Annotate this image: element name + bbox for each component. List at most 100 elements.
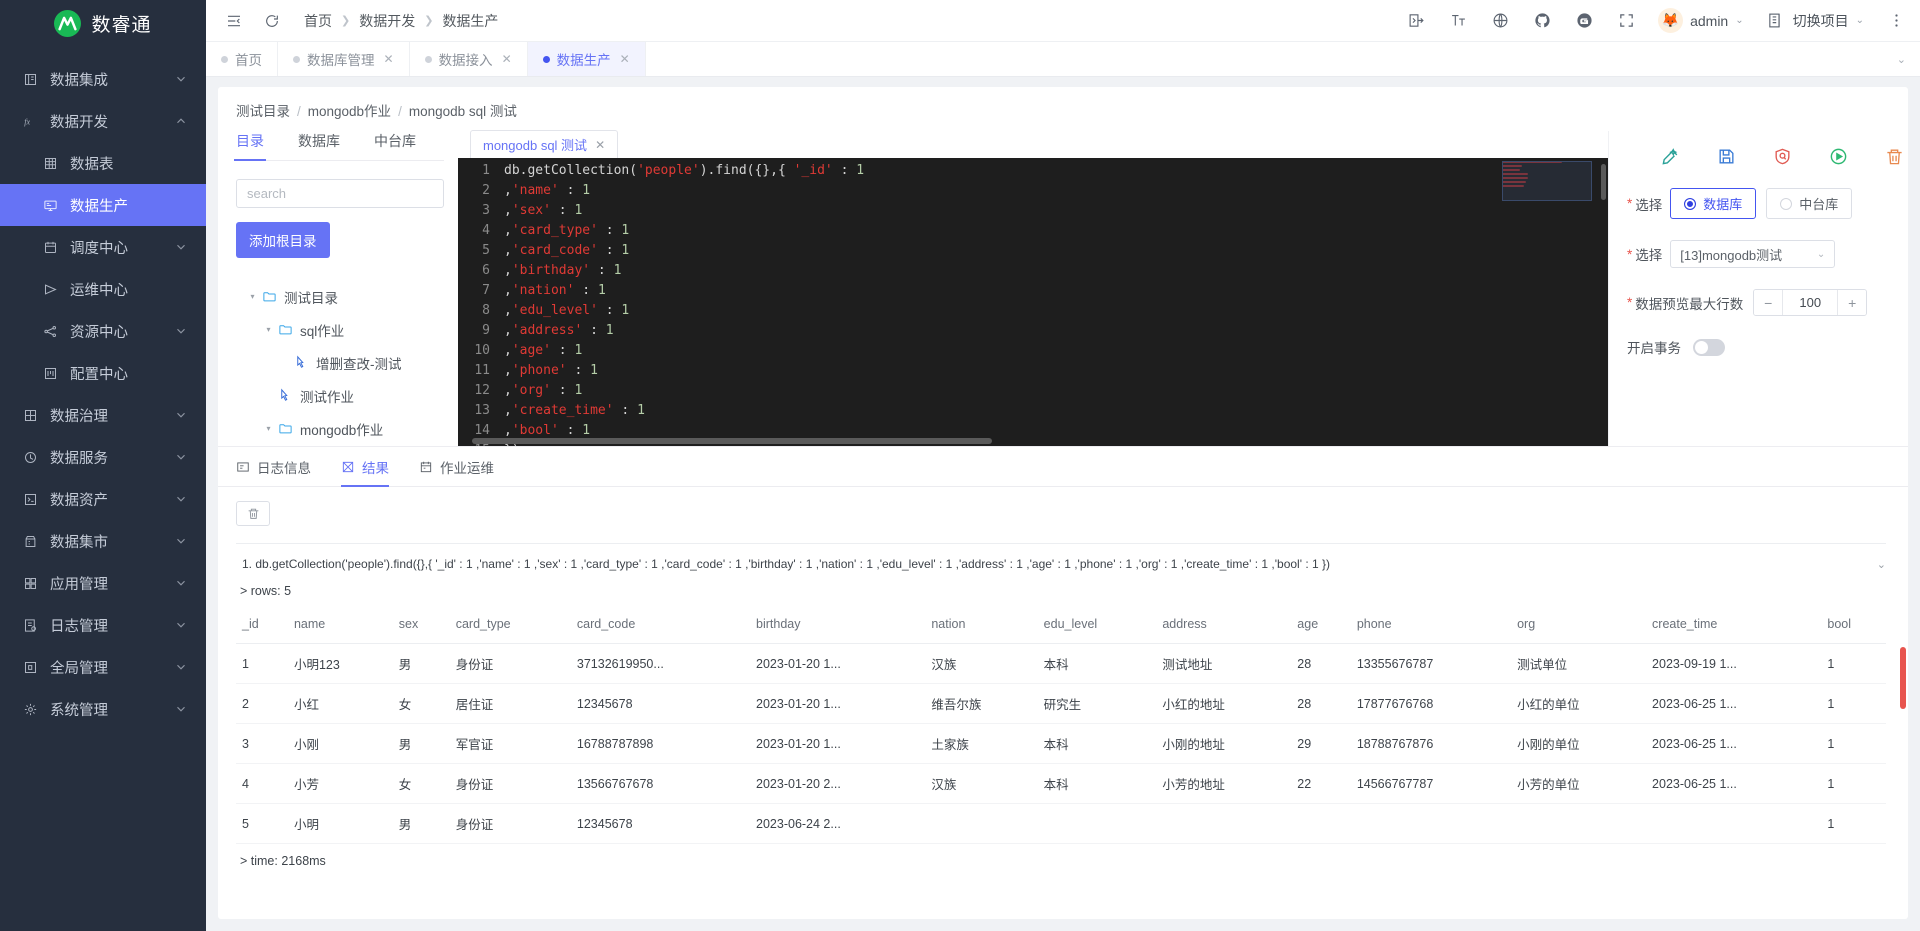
sidebar-item-15[interactable]: 系统管理 bbox=[0, 688, 206, 730]
result-tab-0[interactable]: 日志信息 bbox=[236, 457, 311, 486]
export-icon[interactable] bbox=[1406, 11, 1426, 31]
sidebar-item-14[interactable]: 全局管理 bbox=[0, 646, 206, 688]
tree-expand-arrow[interactable]: ▾ bbox=[262, 424, 275, 433]
editor-minimap[interactable] bbox=[1502, 161, 1594, 201]
sidebar-item-1[interactable]: fx 数据开发 bbox=[0, 100, 206, 142]
chevron-down-icon[interactable] bbox=[174, 660, 188, 674]
maxrows-decrement-button[interactable]: − bbox=[1754, 290, 1783, 315]
maxrows-value[interactable]: 100 bbox=[1782, 290, 1839, 315]
chevron-down-icon[interactable] bbox=[174, 324, 188, 338]
tabbar-overflow-icon[interactable]: ⌄ bbox=[1897, 42, 1920, 76]
close-icon[interactable]: ✕ bbox=[502, 52, 512, 66]
folder-icon bbox=[277, 420, 294, 437]
sidebar-item-9[interactable]: 数据服务 bbox=[0, 436, 206, 478]
sidebar-item-4[interactable]: 调度中心 bbox=[0, 226, 206, 268]
chevron-down-icon[interactable] bbox=[174, 618, 188, 632]
breadcrumb-item-0[interactable]: 首页 bbox=[304, 11, 332, 31]
more-options-icon[interactable] bbox=[1886, 11, 1906, 31]
page-tab-1[interactable]: 数据库管理 ✕ bbox=[278, 42, 410, 76]
tree-node-3[interactable]: ▾测试作业 bbox=[236, 379, 444, 412]
close-icon[interactable]: ✕ bbox=[384, 52, 394, 66]
tree-node-1[interactable]: ▾ sql作业 bbox=[236, 313, 444, 346]
transaction-toggle[interactable] bbox=[1693, 338, 1725, 356]
breadcrumb-item-1[interactable]: 数据开发 bbox=[359, 11, 415, 31]
table-row[interactable]: 1 小明123 男身份证 37132619950... 2023-01-20 1... 汉… bbox=[236, 643, 1886, 684]
breadcrumb2-item-0[interactable]: 测试目录 bbox=[236, 104, 290, 119]
font-size-icon[interactable] bbox=[1448, 11, 1468, 31]
sidebar-item-10[interactable]: 数据资产 bbox=[0, 478, 206, 520]
tree-node-0[interactable]: ▾ 测试目录 bbox=[236, 280, 444, 313]
sidebar-item-5[interactable]: 运维中心 bbox=[0, 268, 206, 310]
sidebar-item-11[interactable]: 数据集市 bbox=[0, 520, 206, 562]
directory-tab-1[interactable]: 数据库 bbox=[298, 131, 340, 160]
editor-vertical-scrollbar[interactable] bbox=[1601, 164, 1606, 200]
tree-node-label: mongodb作业 bbox=[300, 422, 384, 438]
chevron-down-icon[interactable] bbox=[174, 492, 188, 506]
save-icon[interactable] bbox=[1717, 145, 1736, 167]
code-line-12: 12 ,'org' : 1 bbox=[458, 381, 1608, 401]
project-switcher[interactable]: 切换项目 ⌄ bbox=[1766, 11, 1864, 31]
page-tab-3[interactable]: 数据生产 ✕ bbox=[527, 42, 646, 76]
language-globe-icon[interactable] bbox=[1490, 11, 1510, 31]
result-tab-1[interactable]: 结果 bbox=[341, 457, 389, 487]
code-editor[interactable]: 1 db.getCollection('people').find({},{ '_… bbox=[458, 158, 1608, 446]
table-row[interactable]: 4 小芳女身份证 13566767678 2023-01-20 2... 汉族 本科 小芳的… bbox=[236, 763, 1886, 804]
sidebar-item-7[interactable]: 配置中心 bbox=[0, 352, 206, 394]
directory-tab-0[interactable]: 目录 bbox=[234, 131, 266, 161]
db-type-option-1[interactable]: 中台库 bbox=[1766, 188, 1853, 219]
add-root-directory-button[interactable]: 添加根目录 bbox=[236, 222, 330, 258]
table-row[interactable]: 5 小明男身份证 12345678 2023-06-24 2... 1 bbox=[236, 803, 1886, 844]
chevron-down-icon[interactable] bbox=[174, 450, 188, 464]
user-menu[interactable]: 🦊 admin ⌄ bbox=[1658, 8, 1744, 33]
page-tab-2[interactable]: 数据接入 ✕ bbox=[410, 42, 528, 76]
tree-expand-arrow[interactable]: ▾ bbox=[246, 292, 259, 301]
editor-tab[interactable]: mongodb sql 测试 ✕ bbox=[470, 130, 619, 158]
shield-check-icon[interactable] bbox=[1773, 145, 1792, 167]
run-icon[interactable] bbox=[1829, 145, 1848, 167]
chevron-down-icon[interactable] bbox=[174, 702, 188, 716]
magic-wand-icon[interactable] bbox=[1661, 145, 1680, 167]
chevron-down-icon[interactable] bbox=[174, 576, 188, 590]
close-icon[interactable]: ✕ bbox=[620, 52, 630, 66]
editor-horizontal-scrollbar[interactable] bbox=[472, 438, 992, 444]
chevron-down-icon[interactable] bbox=[174, 240, 188, 254]
chevron-up-icon[interactable] bbox=[174, 114, 188, 128]
query-summary-row[interactable]: 1. db.getCollection('people').find({},{ … bbox=[236, 543, 1886, 580]
fullscreen-icon[interactable] bbox=[1616, 11, 1636, 31]
chevron-down-icon[interactable] bbox=[174, 72, 188, 86]
chevron-down-icon[interactable]: ⌄ bbox=[1863, 558, 1886, 571]
datasource-select[interactable]: [13]mongodb测试 ⌄ bbox=[1670, 240, 1836, 268]
sidebar-item-0[interactable]: 数据集成 bbox=[0, 58, 206, 100]
result-tab-2[interactable]: 作业运维 bbox=[419, 457, 494, 486]
github-icon[interactable] bbox=[1532, 11, 1552, 31]
page-tab-0[interactable]: 首页 bbox=[206, 42, 278, 76]
sidebar-item-8[interactable]: 数据治理 bbox=[0, 394, 206, 436]
sidebar-item-6[interactable]: 资源中心 bbox=[0, 310, 206, 352]
table-row[interactable]: 2 小红女居住证 12345678 2023-01-20 1... 维吾尔族 研究生 小红的… bbox=[236, 683, 1886, 724]
clear-results-button[interactable] bbox=[236, 501, 270, 526]
directory-tab-2[interactable]: 中台库 bbox=[374, 131, 416, 160]
brand-logo[interactable]: 数睿通 bbox=[0, 0, 206, 42]
close-icon[interactable]: ✕ bbox=[595, 138, 605, 152]
sidebar-item-13[interactable]: 日志管理 bbox=[0, 604, 206, 646]
collapse-sidebar-icon[interactable] bbox=[224, 11, 244, 31]
refresh-icon[interactable] bbox=[262, 11, 282, 31]
result-vertical-scrollbar[interactable] bbox=[1900, 647, 1906, 709]
db-type-option-0[interactable]: 数据库 bbox=[1670, 188, 1757, 219]
table-row[interactable]: 3 小刚男军官证 16788787898 2023-01-20 1... 土家族 本科 小刚… bbox=[236, 723, 1886, 764]
tree-node-4[interactable]: ▾ mongodb作业 bbox=[236, 412, 444, 445]
gitee-icon[interactable] bbox=[1574, 11, 1594, 31]
breadcrumb2-item-1[interactable]: mongodb作业 bbox=[308, 104, 391, 119]
breadcrumb2-item-2[interactable]: mongodb sql 测试 bbox=[409, 104, 517, 119]
tree-node-2[interactable]: ▾增删查改-测试 bbox=[236, 346, 444, 379]
chevron-down-icon[interactable] bbox=[174, 534, 188, 548]
breadcrumb-item-2[interactable]: 数据生产 bbox=[442, 11, 498, 31]
sidebar-item-3[interactable]: 数据生产 bbox=[0, 184, 206, 226]
trash-icon[interactable] bbox=[1885, 145, 1904, 167]
maxrows-increment-button[interactable]: + bbox=[1838, 290, 1867, 315]
tree-expand-arrow[interactable]: ▾ bbox=[262, 325, 275, 334]
sidebar-item-2[interactable]: 数据表 bbox=[0, 142, 206, 184]
search-input[interactable] bbox=[236, 179, 444, 208]
chevron-down-icon[interactable] bbox=[174, 408, 188, 422]
sidebar-item-12[interactable]: 应用管理 bbox=[0, 562, 206, 604]
